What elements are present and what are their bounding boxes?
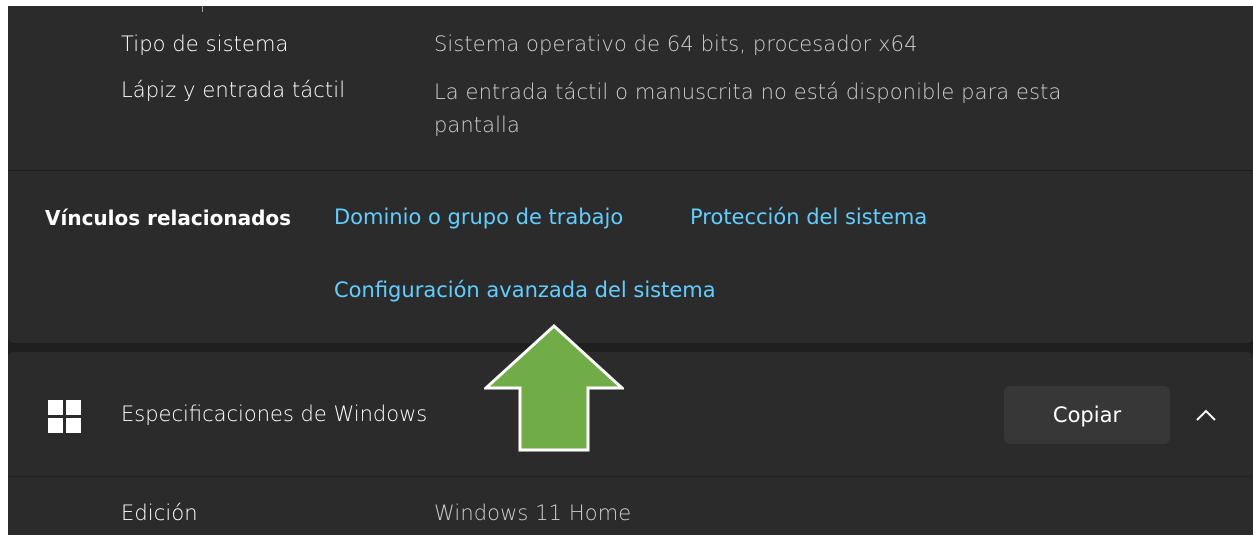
device-specs-card: Tipo de sistema Sistema operativo de 64 … [8, 6, 1253, 343]
windows-specs-body: Edición Windows 11 Home [8, 477, 1253, 535]
link-advanced-system-settings[interactable]: Configuración avanzada del sistema [334, 278, 716, 302]
windows-logo-icon [48, 400, 82, 434]
pen-touch-label: Lápiz y entrada táctil [121, 78, 346, 102]
link-system-protection[interactable]: Protección del sistema [690, 205, 927, 229]
edition-label: Edición [121, 501, 198, 525]
edition-value: Windows 11 Home [434, 501, 632, 525]
pen-touch-value-line2: pantalla [434, 113, 520, 137]
link-domain-workgroup[interactable]: Dominio o grupo de trabajo [334, 205, 623, 229]
pen-touch-value: La entrada táctil o manuscrita no está d… [434, 76, 1061, 142]
system-type-value: Sistema operativo de 64 bits, procesador… [434, 32, 918, 56]
pen-touch-value-line1: La entrada táctil o manuscrita no está d… [434, 80, 1062, 104]
settings-window: Tipo de sistema Sistema operativo de 64 … [8, 6, 1253, 535]
chevron-up-icon[interactable] [1194, 404, 1218, 428]
section-divider [8, 170, 1253, 171]
copy-button[interactable]: Copiar [1004, 386, 1170, 444]
scroll-edge-tick [202, 6, 203, 12]
system-type-label: Tipo de sistema [121, 32, 289, 56]
windows-specs-title: Especificaciones de Windows [121, 402, 428, 426]
up-arrow-icon [484, 324, 624, 452]
related-links-title: Vínculos relacionados [45, 206, 292, 230]
